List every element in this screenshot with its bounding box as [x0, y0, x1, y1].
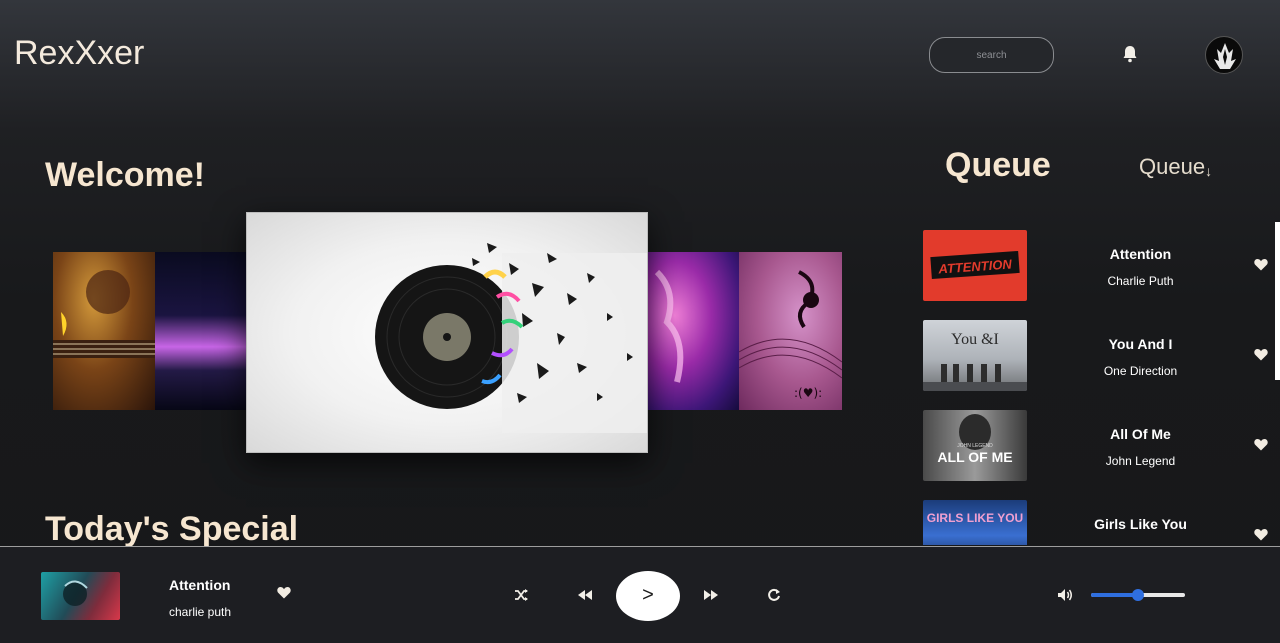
featured-card-vinyl[interactable] [246, 212, 648, 453]
queue-item[interactable]: GIRLS LIKE YOU Girls Like You [923, 500, 1277, 545]
album-cover-text: GIRLS LIKE YOU [927, 511, 1023, 525]
queue-item-title: Girls Like You [1094, 516, 1187, 532]
now-playing-title: Attention [169, 577, 231, 593]
queue-item-title: You And I [1108, 336, 1173, 352]
shuffle-icon[interactable] [513, 587, 529, 603]
avatar-image [1214, 43, 1236, 69]
brand-logo[interactable]: RexXxer [14, 34, 144, 73]
avatar[interactable] [1205, 36, 1243, 74]
player-bar: Attention charlie puth > [0, 546, 1280, 643]
volume-slider-thumb[interactable] [1132, 589, 1144, 601]
dancer-art [654, 269, 684, 383]
queue-item-title: Attention [1109, 246, 1172, 262]
album-cover-all-of-me: JOHN LEGEND ALL OF ME [923, 410, 1027, 481]
album-cover-attention: ATTENTION [923, 230, 1027, 301]
album-cover-text: You &I [951, 331, 999, 348]
guitar-art [53, 270, 155, 358]
queue-item-artist: Charlie Puth [1107, 274, 1174, 288]
carousel-card-light[interactable] [155, 252, 250, 410]
carousel-card-notes[interactable]: :(♥): [739, 252, 842, 410]
album-cover-you-and-i: You &I [923, 320, 1027, 391]
queue-dropdown-label: Queue [1139, 154, 1206, 179]
queue-dropdown[interactable]: Queue↓ [1139, 154, 1212, 180]
fast-forward-icon[interactable] [703, 587, 719, 603]
queue-item-artist: John Legend [1105, 454, 1176, 468]
queue-item[interactable]: ATTENTION Attention Charlie Puth [923, 230, 1277, 302]
volume-slider[interactable] [1091, 589, 1185, 601]
heart-icon[interactable] [277, 586, 291, 599]
bell-icon[interactable] [1121, 44, 1139, 64]
welcome-heading: Welcome! [45, 156, 205, 194]
volume-slider-fill [1091, 593, 1138, 597]
svg-text::(♥):: :(♥): [794, 386, 822, 400]
queue-item[interactable]: JOHN LEGEND ALL OF ME All Of Me John Leg… [923, 410, 1277, 482]
queue-scrollbar[interactable] [1275, 222, 1280, 380]
heart-icon[interactable] [1254, 438, 1268, 451]
search-input[interactable] [929, 37, 1054, 73]
vinyl-record-art [375, 243, 647, 433]
album-cover-text: ALL OF ME [937, 449, 1012, 465]
carousel-card-guitar[interactable] [53, 252, 155, 410]
now-playing-cover [41, 572, 120, 620]
heart-icon[interactable] [1254, 528, 1268, 541]
now-playing-artist: charlie puth [169, 605, 232, 619]
heart-icon[interactable] [1254, 348, 1268, 361]
album-cover-girls-like-you: GIRLS LIKE YOU [923, 500, 1027, 545]
queue-item-artist: One Direction [1103, 364, 1178, 378]
music-notes-art: :(♥): [739, 270, 842, 400]
todays-special-heading: Today's Special [45, 510, 299, 546]
queue-item[interactable]: You &I You And I One Direction [923, 320, 1277, 392]
rewind-icon[interactable] [577, 587, 593, 603]
carousel-card-dancer[interactable] [647, 252, 739, 410]
queue-item-title: All Of Me [1110, 426, 1171, 442]
heart-icon[interactable] [1254, 258, 1268, 271]
arrow-down-icon: ↓ [1205, 163, 1213, 179]
queue-list: ATTENTION Attention Charlie Puth You &I … [923, 230, 1277, 545]
repeat-icon[interactable] [766, 587, 782, 603]
play-button[interactable]: > [616, 571, 680, 621]
volume-icon[interactable] [1057, 587, 1073, 603]
queue-heading: Queue [945, 146, 1051, 184]
